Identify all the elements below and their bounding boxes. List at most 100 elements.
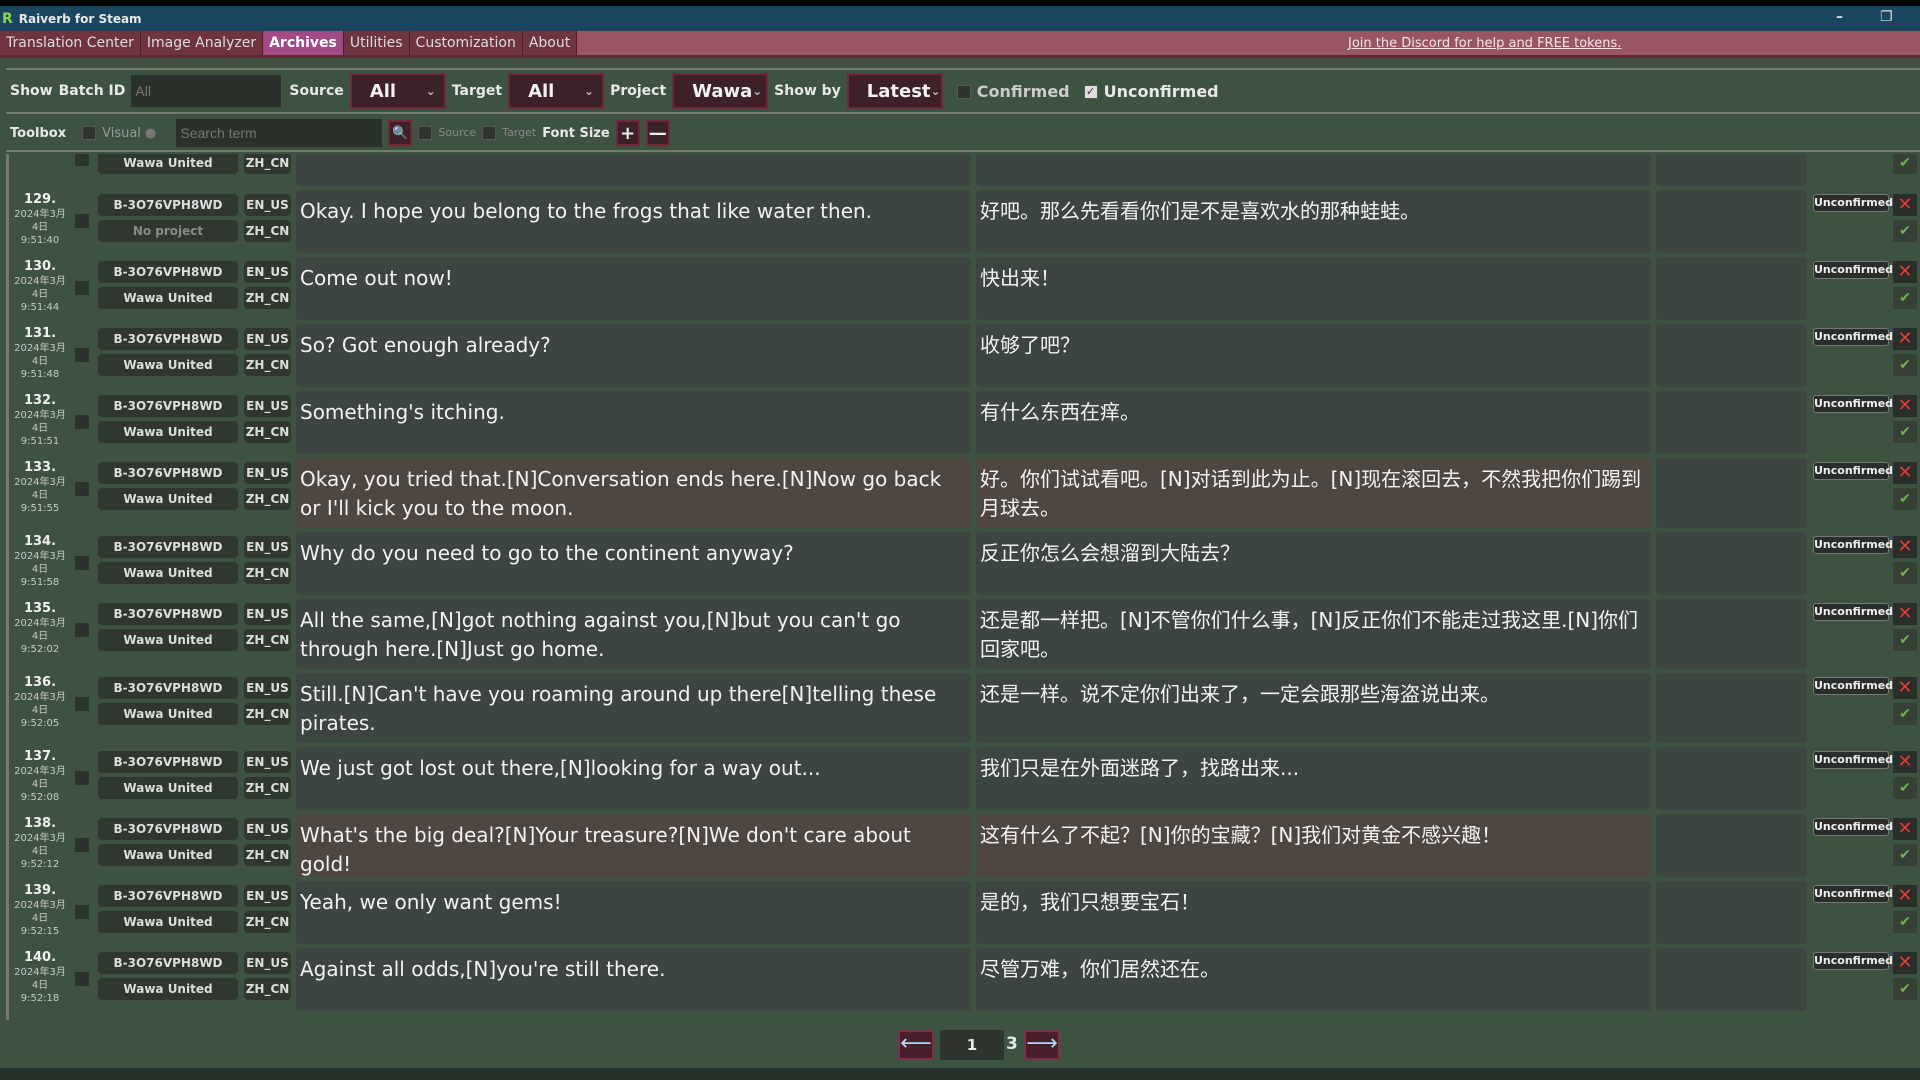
tab-image-analyzer[interactable]: Image Analyzer: [141, 31, 263, 55]
source-text[interactable]: [296, 154, 971, 186]
row-checkbox[interactable]: [75, 482, 89, 496]
project-select[interactable]: Wawa⌄: [672, 73, 768, 109]
search-input[interactable]: [176, 119, 382, 147]
reject-button[interactable]: ✕: [1893, 677, 1917, 699]
reject-button[interactable]: ✕: [1893, 885, 1917, 907]
tab-translation-center[interactable]: Translation Center: [0, 31, 141, 55]
row-checkbox[interactable]: [75, 556, 89, 570]
reject-button[interactable]: ✕: [1893, 751, 1917, 773]
tab-utilities[interactable]: Utilities: [344, 31, 410, 55]
reject-button[interactable]: ✕: [1893, 462, 1917, 484]
row-checkbox[interactable]: [75, 771, 89, 785]
confirm-button[interactable]: ✔: [1893, 629, 1917, 651]
notes-cell[interactable]: [1656, 391, 1807, 454]
reject-button[interactable]: ✕: [1893, 194, 1917, 216]
row-checkbox[interactable]: [75, 281, 89, 295]
reject-button[interactable]: ✕: [1893, 536, 1917, 558]
source-text[interactable]: We just got lost out there,[N]looking fo…: [296, 747, 971, 810]
notes-cell[interactable]: [1656, 948, 1807, 1011]
row-checkbox[interactable]: [75, 838, 89, 852]
prev-page-button[interactable]: ⟵: [898, 1030, 934, 1060]
confirmed-checkbox[interactable]: Confirmed: [957, 82, 1070, 101]
tab-about[interactable]: About: [523, 31, 577, 55]
next-page-button[interactable]: ⟶: [1024, 1030, 1060, 1060]
minimize-icon[interactable]: –: [1836, 9, 1843, 25]
unconfirmed-checkbox[interactable]: ✓Unconfirmed: [1084, 82, 1219, 101]
notes-cell[interactable]: [1656, 257, 1807, 320]
target-text[interactable]: 是的，我们只想要宝石！: [976, 881, 1651, 944]
confirm-button[interactable]: ✔: [1893, 287, 1917, 309]
confirm-button[interactable]: ✔: [1893, 844, 1917, 866]
row-checkbox[interactable]: [75, 154, 89, 166]
source-text[interactable]: So? Got enough already?: [296, 324, 971, 387]
confirm-button[interactable]: ✔: [1893, 154, 1917, 174]
tab-customization[interactable]: Customization: [410, 31, 523, 55]
target-text[interactable]: 好。你们试试看吧。[N]对话到此为止。[N]现在滚回去，不然我把你们踢到月球去。: [976, 458, 1651, 528]
row-checkbox[interactable]: [75, 905, 89, 919]
target-text[interactable]: 尽管万难，你们居然还在。: [976, 948, 1651, 1011]
target-text[interactable]: 这有什么了不起？[N]你的宝藏？[N]我们对黄金不感兴趣！: [976, 814, 1651, 877]
reject-button[interactable]: ✕: [1893, 395, 1917, 417]
confirm-button[interactable]: ✔: [1893, 354, 1917, 376]
row-checkbox[interactable]: [75, 415, 89, 429]
show-by-select[interactable]: Latest⌄: [847, 73, 943, 109]
notes-cell[interactable]: [1656, 599, 1807, 669]
source-text[interactable]: Why do you need to go to the continent a…: [296, 532, 971, 595]
source-text[interactable]: Something's itching.: [296, 391, 971, 454]
confirm-button[interactable]: ✔: [1893, 220, 1917, 242]
notes-cell[interactable]: [1656, 814, 1807, 877]
source-text[interactable]: Against all odds,[N]you're still there.: [296, 948, 971, 1011]
target-text[interactable]: 快出来！: [976, 257, 1651, 320]
font-decrease-button[interactable]: —: [646, 120, 670, 146]
notes-cell[interactable]: [1656, 190, 1807, 253]
discord-link[interactable]: Join the Discord for help and FREE token…: [1348, 36, 1621, 51]
confirm-button[interactable]: ✔: [1893, 562, 1917, 584]
maximize-icon[interactable]: ❐: [1880, 9, 1893, 25]
notes-cell[interactable]: [1656, 747, 1807, 810]
source-text[interactable]: Still.[N]Can't have you roaming around u…: [296, 673, 971, 743]
notes-cell[interactable]: [1656, 532, 1807, 595]
source-select[interactable]: All⌄: [350, 73, 446, 109]
search-button[interactable]: 🔍: [388, 120, 412, 146]
confirm-button[interactable]: ✔: [1893, 703, 1917, 725]
confirm-button[interactable]: ✔: [1893, 777, 1917, 799]
target-text[interactable]: 有什么东西在痒。: [976, 391, 1651, 454]
tab-archives[interactable]: Archives: [263, 31, 344, 55]
target-text[interactable]: 还是都一样把。[N]不管你们什么事，[N]反正你们不能走过我这里.[N]你们回家…: [976, 599, 1651, 669]
reject-button[interactable]: ✕: [1893, 328, 1917, 350]
target-text[interactable]: [976, 154, 1651, 186]
notes-cell[interactable]: [1656, 458, 1807, 528]
source-text[interactable]: Yeah, we only want gems!: [296, 881, 971, 944]
target-text[interactable]: 还是一样。说不定你们出来了，一定会跟那些海盗说出来。: [976, 673, 1651, 743]
page-input[interactable]: 1: [940, 1030, 1004, 1060]
row-checkbox[interactable]: [75, 697, 89, 711]
notes-cell[interactable]: [1656, 154, 1807, 186]
target-select[interactable]: All⌄: [508, 73, 604, 109]
source-search-checkbox[interactable]: Source: [418, 126, 476, 140]
row-checkbox[interactable]: [75, 972, 89, 986]
confirm-button[interactable]: ✔: [1893, 488, 1917, 510]
target-text[interactable]: 好吧。那么先看看你们是不是喜欢水的那种蛙蛙。: [976, 190, 1651, 253]
reject-button[interactable]: ✕: [1893, 952, 1917, 974]
row-checkbox[interactable]: [75, 214, 89, 228]
row-checkbox[interactable]: [75, 623, 89, 637]
target-text[interactable]: 反正你怎么会想溜到大陆去？: [976, 532, 1651, 595]
font-increase-button[interactable]: +: [616, 120, 640, 146]
confirm-button[interactable]: ✔: [1893, 421, 1917, 443]
source-text[interactable]: Okay. I hope you belong to the frogs tha…: [296, 190, 971, 253]
confirm-button[interactable]: ✔: [1893, 978, 1917, 1000]
reject-button[interactable]: ✕: [1893, 818, 1917, 840]
notes-cell[interactable]: [1656, 673, 1807, 743]
source-text[interactable]: Okay, you tried that.[N]Conversation end…: [296, 458, 971, 528]
notes-cell[interactable]: [1656, 881, 1807, 944]
target-text[interactable]: 我们只是在外面迷路了，找路出来...: [976, 747, 1651, 810]
source-text[interactable]: What's the big deal?[N]Your treasure?[N]…: [296, 814, 971, 877]
reject-button[interactable]: ✕: [1893, 603, 1917, 625]
batch-id-input[interactable]: [131, 75, 281, 107]
notes-cell[interactable]: [1656, 324, 1807, 387]
visual-toggle[interactable]: Visual ●: [82, 126, 156, 141]
source-text[interactable]: All the same,[N]got nothing against you,…: [296, 599, 971, 669]
reject-button[interactable]: ✕: [1893, 261, 1917, 283]
row-checkbox[interactable]: [75, 348, 89, 362]
source-text[interactable]: Come out now!: [296, 257, 971, 320]
